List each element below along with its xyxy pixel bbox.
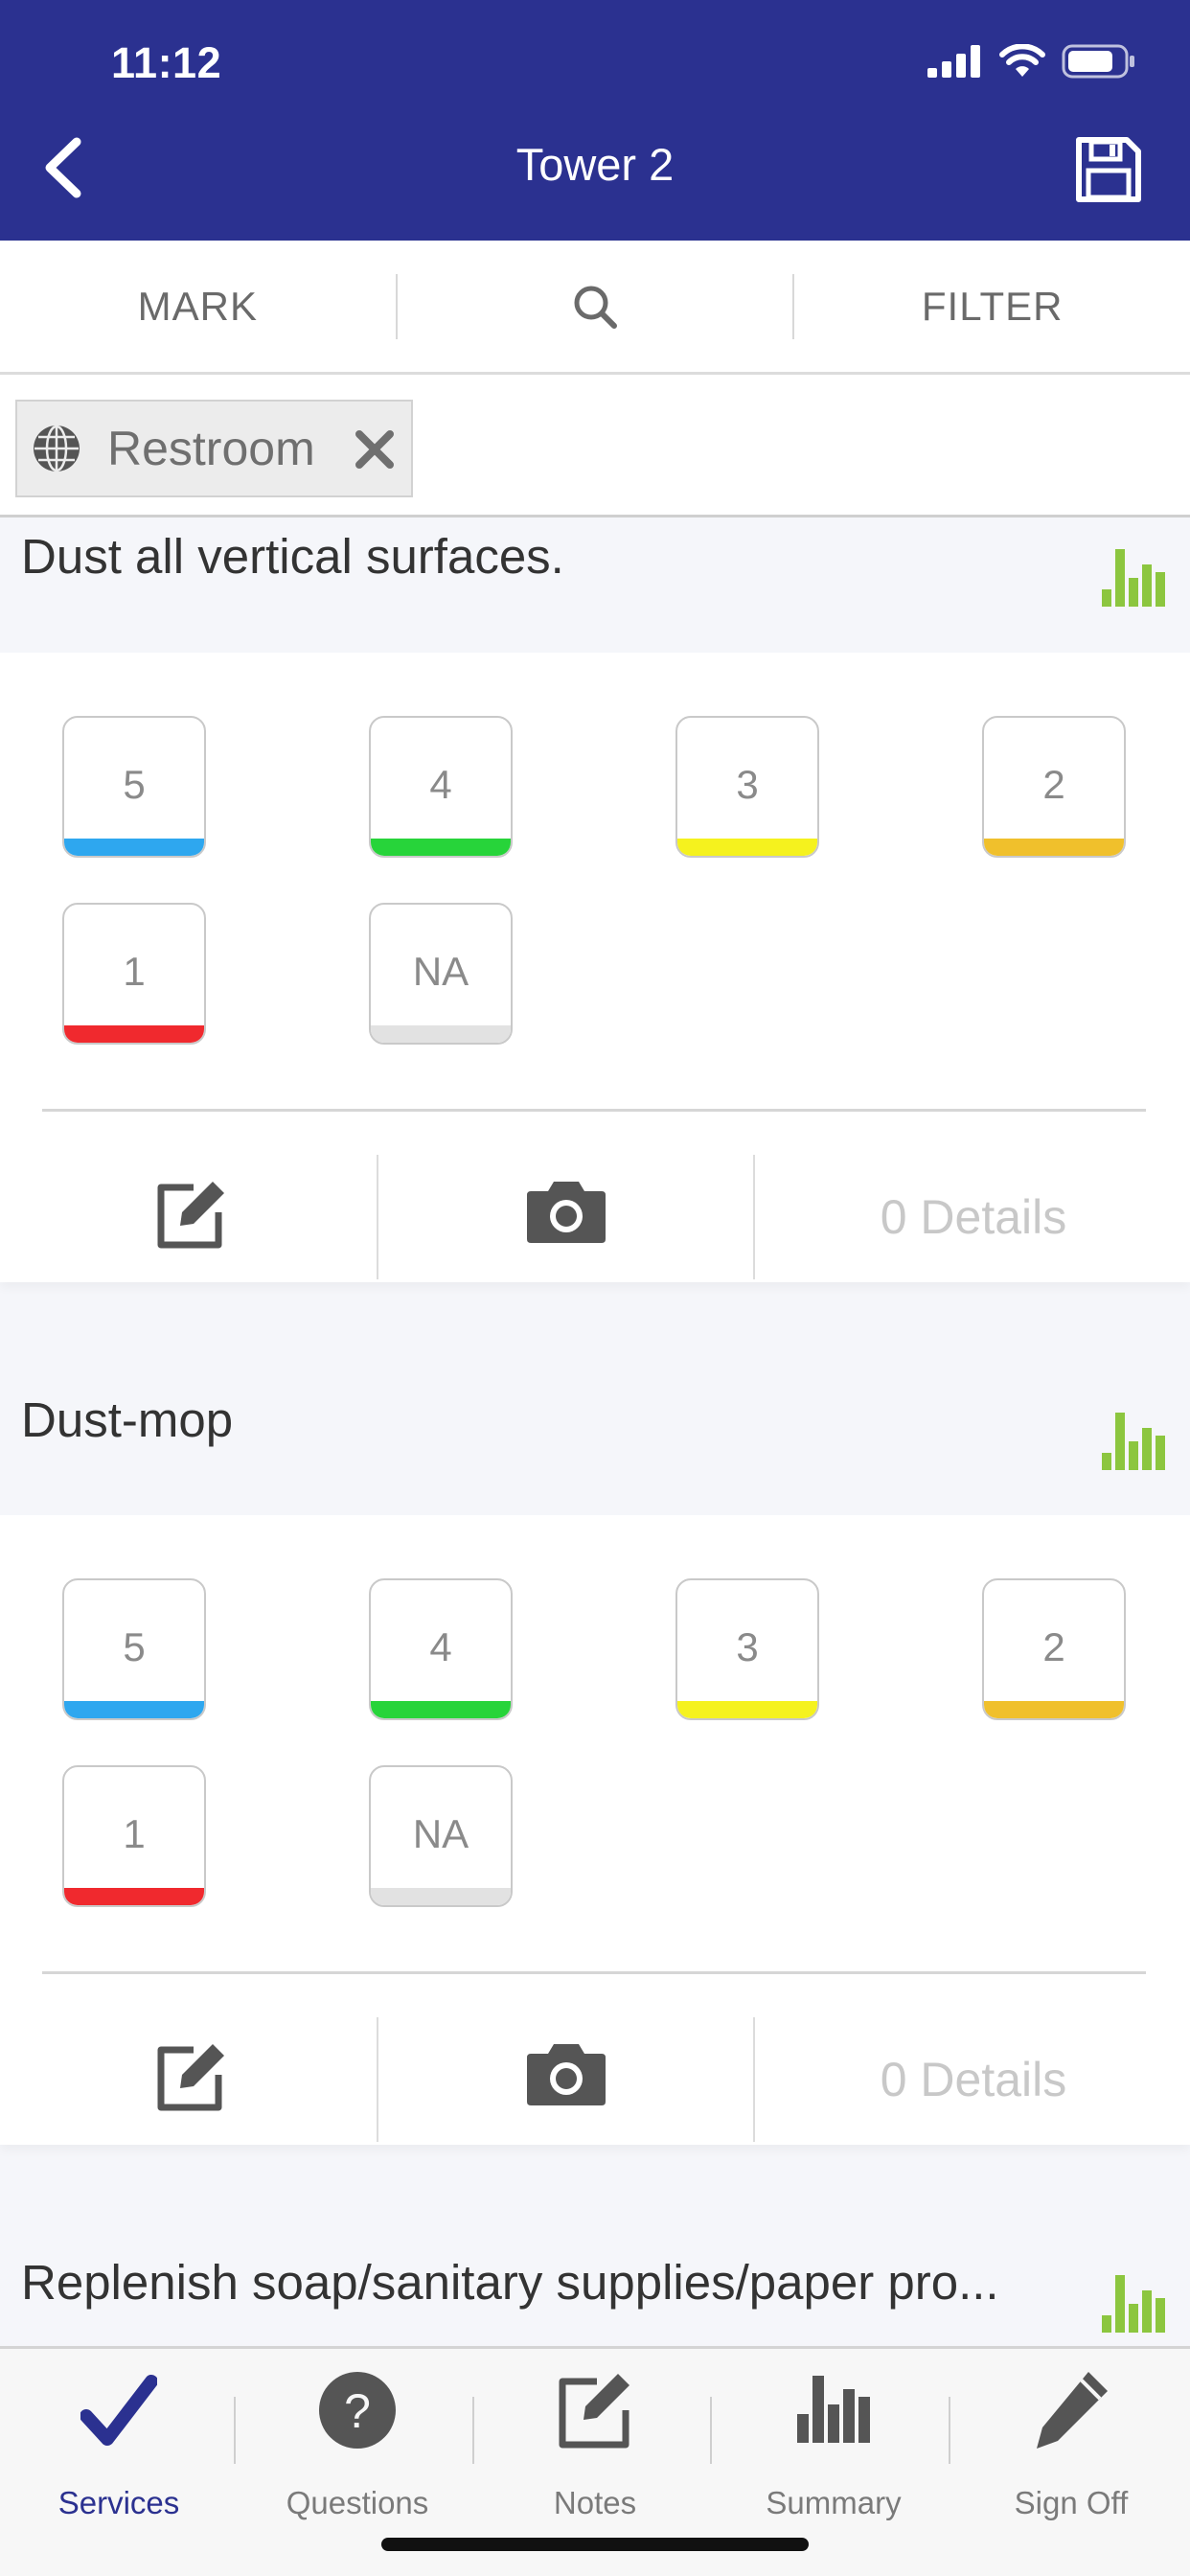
task-header[interactable]: Dust all vertical surfaces. xyxy=(0,520,1190,653)
rating-button-4[interactable]: 4 xyxy=(369,1578,513,1720)
app-header: 11:12 Tower 2 xyxy=(0,0,1190,241)
edit-note-icon[interactable] xyxy=(155,2040,228,2113)
task-title: Replenish soap/sanitary supplies/paper p… xyxy=(21,2255,999,2310)
search-button[interactable] xyxy=(398,282,793,332)
rating-button-na[interactable]: NA xyxy=(369,1765,513,1907)
tab-label: Services xyxy=(57,2485,180,2520)
edit-note-icon xyxy=(559,2374,629,2449)
search-icon xyxy=(574,286,617,329)
rating-button-5[interactable]: 5 xyxy=(62,716,206,858)
bar-chart-icon xyxy=(797,2376,870,2443)
svg-text:?: ? xyxy=(344,2384,371,2438)
tab-label: Notes xyxy=(553,2485,637,2520)
rating-button-3[interactable]: 3 xyxy=(675,716,819,858)
mark-button[interactable]: MARK xyxy=(0,284,396,330)
task-header[interactable]: Replenish soap/sanitary supplies/paper p… xyxy=(0,2204,1190,2346)
edit-note-icon[interactable] xyxy=(155,1178,228,1251)
checkmark-icon xyxy=(80,2375,157,2446)
tab-label: Sign Off xyxy=(1014,2485,1129,2520)
task-rating-card: 5 4 3 2 1 NA 0 Details xyxy=(0,653,1190,1282)
tab-summary[interactable]: Summary xyxy=(715,2368,952,2531)
filter-button[interactable]: FILTER xyxy=(794,284,1190,330)
tab-label: Questions xyxy=(286,2485,429,2520)
rating-button-4[interactable]: 4 xyxy=(369,716,513,858)
rating-button-na[interactable]: NA xyxy=(369,903,513,1045)
globe-icon xyxy=(34,425,80,472)
rating-button-1[interactable]: 1 xyxy=(62,1765,206,1907)
rating-button-2[interactable]: 2 xyxy=(982,1578,1126,1720)
pencil-icon xyxy=(1037,2372,1108,2449)
filter-chip-label: Restroom xyxy=(107,422,315,475)
task-actions: 0 Details xyxy=(0,2017,1190,2142)
task-header[interactable]: Dust-mop xyxy=(0,1342,1190,1516)
task-title: Dust-mop xyxy=(21,1392,234,1447)
rating-button-3[interactable]: 3 xyxy=(675,1578,819,1720)
task-rating-card: 5 4 3 2 1 NA 0 Details xyxy=(0,1515,1190,2145)
question-circle-icon: ? xyxy=(319,2372,396,2449)
filter-chip-restroom[interactable]: Restroom xyxy=(15,400,413,497)
tab-sign-off[interactable]: Sign Off xyxy=(952,2368,1190,2531)
bar-chart-icon[interactable] xyxy=(1102,549,1165,607)
task-title: Dust all vertical surfaces. xyxy=(21,529,564,584)
page-title: Tower 2 xyxy=(515,139,675,190)
home-indicator xyxy=(381,2538,809,2551)
rating-button-5[interactable]: 5 xyxy=(62,1578,206,1720)
battery-icon xyxy=(1062,44,1134,79)
tab-questions[interactable]: ? Questions xyxy=(239,2368,476,2531)
bar-chart-icon[interactable] xyxy=(1102,1413,1165,1470)
tab-label: Summary xyxy=(766,2485,902,2520)
status-time: 11:12 xyxy=(111,38,222,87)
close-icon[interactable] xyxy=(352,426,398,472)
camera-icon[interactable] xyxy=(525,2040,607,2107)
status-icons xyxy=(927,44,1136,79)
bar-chart-icon[interactable] xyxy=(1102,2275,1165,2333)
tab-services[interactable]: Services xyxy=(0,2368,238,2531)
tab-notes[interactable]: Notes xyxy=(476,2368,714,2531)
task-actions: 0 Details xyxy=(0,1155,1190,1279)
rating-button-1[interactable]: 1 xyxy=(62,903,206,1045)
signal-icon xyxy=(927,45,980,78)
action-toolbar: MARK FILTER xyxy=(0,241,1190,375)
filter-chip-row: Restroom xyxy=(0,375,1190,518)
wifi-icon xyxy=(999,44,1045,77)
details-count[interactable]: 0 Details xyxy=(795,1189,1152,1245)
camera-icon[interactable] xyxy=(525,1178,607,1245)
rating-button-2[interactable]: 2 xyxy=(982,716,1126,858)
card-divider xyxy=(42,1971,1146,1974)
save-button[interactable] xyxy=(1075,136,1142,203)
details-count[interactable]: 0 Details xyxy=(795,2052,1152,2107)
card-divider xyxy=(42,1109,1146,1112)
